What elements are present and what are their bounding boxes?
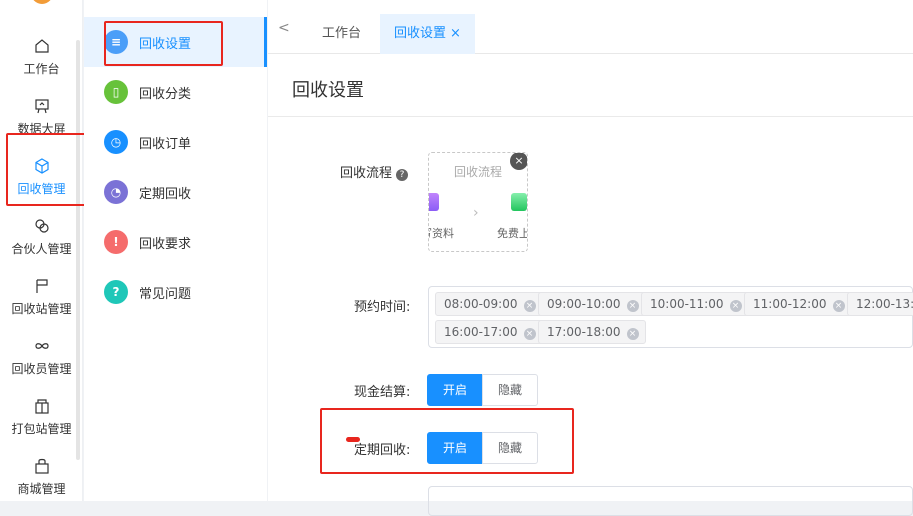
time-slot-tag: 09:00-10:00 × — [538, 292, 646, 316]
remove-icon[interactable]: × — [626, 328, 639, 340]
remove-icon[interactable]: × — [729, 300, 742, 312]
subnav-item-label: 常见问题 — [139, 287, 192, 302]
nav-item-label: 回收员管理 — [11, 362, 72, 376]
time-slot-tag: 12:00-13:00 — [847, 292, 913, 316]
tab-close-icon[interactable]: × — [450, 26, 461, 41]
primary-sidebar: 工作台 数据大屏 回收管理 合伙人管理 回收站管理 回收员管理 打包站管理 商城… — [0, 0, 83, 501]
remove-icon[interactable]: × — [523, 328, 536, 340]
help-icon[interactable]: ? — [396, 169, 409, 181]
flow-label-text: 回收流程 — [340, 166, 393, 181]
tab-bar: < 工作台 回收设置 × — [268, 0, 913, 54]
divider — [268, 116, 913, 117]
nav-item-partner-management[interactable]: 合伙人管理 — [0, 208, 83, 268]
time-slot-tag: 16:00-17:00 × — [435, 320, 543, 344]
time-slot-text: 11:00-12:00 — [753, 297, 827, 311]
step-caption: 免费上 — [497, 227, 528, 240]
home-icon — [35, 39, 49, 53]
time-slot-select[interactable]: 08:00-09:00 × 09:00-10:00 × 10:00-11:00 × 1… — [428, 286, 913, 348]
flow-label: 回收流程? — [340, 162, 409, 181]
time-slot-text: 08:00-09:00 — [444, 297, 518, 311]
cash-off-button[interactable]: 隐藏 — [482, 374, 538, 406]
time-slot-tag: 17:00-18:00 × — [538, 320, 646, 344]
highlight-box-nav — [6, 133, 93, 206]
nav-item-label: 合伙人管理 — [11, 242, 72, 256]
nav-item-label: 商城管理 — [17, 482, 66, 496]
chevron-right-icon: › — [473, 205, 479, 221]
secondary-sidebar: ≡ 回收设置 ▯ 回收分类 ◷ 回收订单 ◔ 定期回收 ! 回收要求 ? 常见问… — [84, 0, 267, 501]
cash-on-button[interactable]: 开启 — [427, 374, 483, 406]
tab-label: 工作台 — [322, 26, 362, 41]
alert-icon: ! — [104, 230, 128, 254]
time-slot-text: 09:00-10:00 — [547, 297, 621, 311]
flow-image-card[interactable]: 回收流程 × › 写资料 免费上 — [428, 152, 528, 252]
time-slot-tag: 11:00-12:00 × — [744, 292, 852, 316]
nav-item-packing-station[interactable]: 打包站管理 — [0, 388, 83, 448]
nav-item-workbench[interactable]: 工作台 — [0, 28, 83, 88]
presentation-icon — [35, 99, 49, 114]
question-icon: ? — [104, 280, 128, 304]
step-caption: 写资料 — [429, 227, 454, 240]
time-slot-tag: 10:00-11:00 × — [641, 292, 749, 316]
page-title: 回收设置 — [292, 80, 364, 101]
subnav-item-faq[interactable]: ? 常见问题 — [84, 267, 267, 317]
subnav-item-recycle-category[interactable]: ▯ 回收分类 — [84, 67, 267, 117]
remove-icon[interactable]: × — [523, 300, 536, 312]
subnav-item-recycle-orders[interactable]: ◷ 回收订单 — [84, 117, 267, 167]
subnav-item-label: 回收订单 — [139, 137, 192, 152]
tab-workbench[interactable]: 工作台 — [308, 14, 375, 54]
subnav-item-periodic-recycle[interactable]: ◔ 定期回收 — [84, 167, 267, 217]
nav-item-mall-management[interactable]: 商城管理 — [0, 448, 83, 508]
flag-icon — [36, 279, 48, 293]
cash-settlement-toggle: 开启 隐藏 — [427, 374, 538, 406]
sidebar-scrollbar[interactable] — [76, 40, 80, 460]
subnav-item-recycle-requirements[interactable]: ! 回收要求 — [84, 217, 267, 267]
logo — [31, 0, 53, 4]
tab-label: 回收设置 — [394, 26, 447, 41]
highlight-box-subnav — [104, 21, 223, 66]
nav-item-label: 回收站管理 — [11, 302, 72, 316]
time-slot-tag: 08:00-09:00 × — [435, 292, 543, 316]
free-pickup-icon — [511, 193, 527, 211]
stopwatch-icon: ◔ — [104, 180, 128, 204]
bookmark-icon: ▯ — [104, 80, 128, 104]
time-slot-text: 17:00-18:00 — [547, 325, 621, 339]
time-slot-text: 10:00-11:00 — [650, 297, 724, 311]
form-fill-icon — [429, 193, 439, 211]
remove-icon[interactable]: × — [626, 300, 639, 312]
subnav-item-label: 回收分类 — [139, 87, 192, 102]
link-icon — [35, 219, 49, 233]
tab-back-icon[interactable]: < — [278, 21, 290, 35]
clock-icon: ◷ — [104, 130, 128, 154]
subnav-item-label: 回收要求 — [139, 237, 192, 252]
time-slot-text: 16:00-17:00 — [444, 325, 518, 339]
nav-item-collector-management[interactable]: 回收员管理 — [0, 328, 83, 388]
tab-recycle-settings[interactable]: 回收设置 × — [380, 14, 475, 54]
next-field-input[interactable] — [428, 486, 913, 516]
close-icon[interactable]: × — [510, 153, 527, 170]
remove-icon[interactable]: × — [832, 300, 845, 312]
nav-item-station-management[interactable]: 回收站管理 — [0, 268, 83, 328]
time-slot-text: 12:00-13:00 — [856, 297, 913, 311]
infinity-icon — [35, 343, 49, 349]
nav-item-label: 打包站管理 — [11, 422, 72, 436]
nav-item-label: 工作台 — [23, 62, 60, 76]
cash-settlement-label: 现金结算: — [354, 385, 411, 400]
annotation-mark — [346, 437, 360, 442]
appointment-label: 预约时间: — [354, 300, 411, 315]
shopping-bag-icon — [35, 458, 49, 474]
package-icon — [35, 399, 49, 414]
subnav-item-label: 定期回收 — [139, 187, 192, 202]
